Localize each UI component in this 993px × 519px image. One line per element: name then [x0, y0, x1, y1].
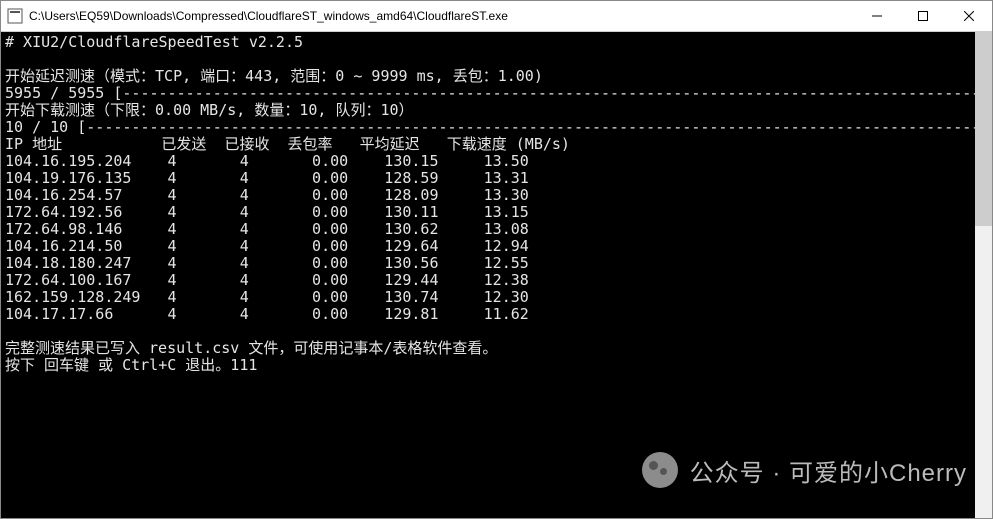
progress2-line: 10 / 10 [-------------------------------…	[5, 118, 992, 136]
table-row: 104.16.254.57 4 4 0.00 128.09 13.30	[5, 186, 529, 204]
table-row: 162.159.128.249 4 4 0.00 130.74 12.30	[5, 288, 529, 306]
app-window: C:\Users\EQ59\Downloads\Compressed\Cloud…	[0, 0, 993, 519]
scrollbar-thumb[interactable]	[975, 32, 992, 226]
window-title: C:\Users\EQ59\Downloads\Compressed\Cloud…	[29, 9, 854, 23]
download-line: 开始下载测速（下限：0.00 MB/s, 数量：10, 队列：10）	[5, 101, 414, 119]
latency-line: 开始延迟测速（模式：TCP, 端口：443, 范围：0 ~ 9999 ms, 丢…	[5, 67, 543, 85]
table-row: 172.64.98.146 4 4 0.00 130.62 13.08	[5, 220, 529, 238]
terminal-area[interactable]: # XIU2/CloudflareSpeedTest v2.2.5 开始延迟测速…	[1, 32, 992, 518]
titlebar[interactable]: C:\Users\EQ59\Downloads\Compressed\Cloud…	[1, 1, 992, 32]
progress1-prefix: 5955 / 5955 [---------------------------…	[5, 84, 992, 102]
table-row: 172.64.100.167 4 4 0.00 129.44 12.38	[5, 271, 529, 289]
watermark-text: 公众号 · 可爱的小Cherry	[690, 453, 967, 488]
minimize-button[interactable]	[854, 1, 900, 31]
result-line: 完整测速结果已写入 result.csv 文件，可使用记事本/表格软件查看。	[5, 339, 497, 357]
terminal-content: # XIU2/CloudflareSpeedTest v2.2.5 开始延迟测速…	[1, 32, 992, 376]
columns-header: IP 地址 已发送 已接收 丢包率 平均延迟 下载速度 (MB/s)	[5, 135, 570, 153]
table-row: 104.18.180.247 4 4 0.00 130.56 12.55	[5, 254, 529, 272]
table-row: 104.17.17.66 4 4 0.00 129.81 11.62	[5, 305, 529, 323]
wechat-icon	[642, 452, 678, 488]
watermark: 公众号 · 可爱的小Cherry	[642, 452, 967, 488]
app-icon	[7, 8, 23, 24]
table-row: 104.16.214.50 4 4 0.00 129.64 12.94	[5, 237, 529, 255]
table-row: 104.16.195.204 4 4 0.00 130.15 13.50	[5, 152, 529, 170]
maximize-button[interactable]	[900, 1, 946, 31]
vertical-scrollbar[interactable]	[975, 32, 992, 518]
table-row: 104.19.176.135 4 4 0.00 128.59 13.31	[5, 169, 529, 187]
window-controls	[854, 1, 992, 31]
exit-line: 按下 回车键 或 Ctrl+C 退出。111	[5, 356, 257, 374]
close-button[interactable]	[946, 1, 992, 31]
header-line: # XIU2/CloudflareSpeedTest v2.2.5	[5, 33, 303, 51]
table-row: 172.64.192.56 4 4 0.00 130.11 13.15	[5, 203, 529, 221]
